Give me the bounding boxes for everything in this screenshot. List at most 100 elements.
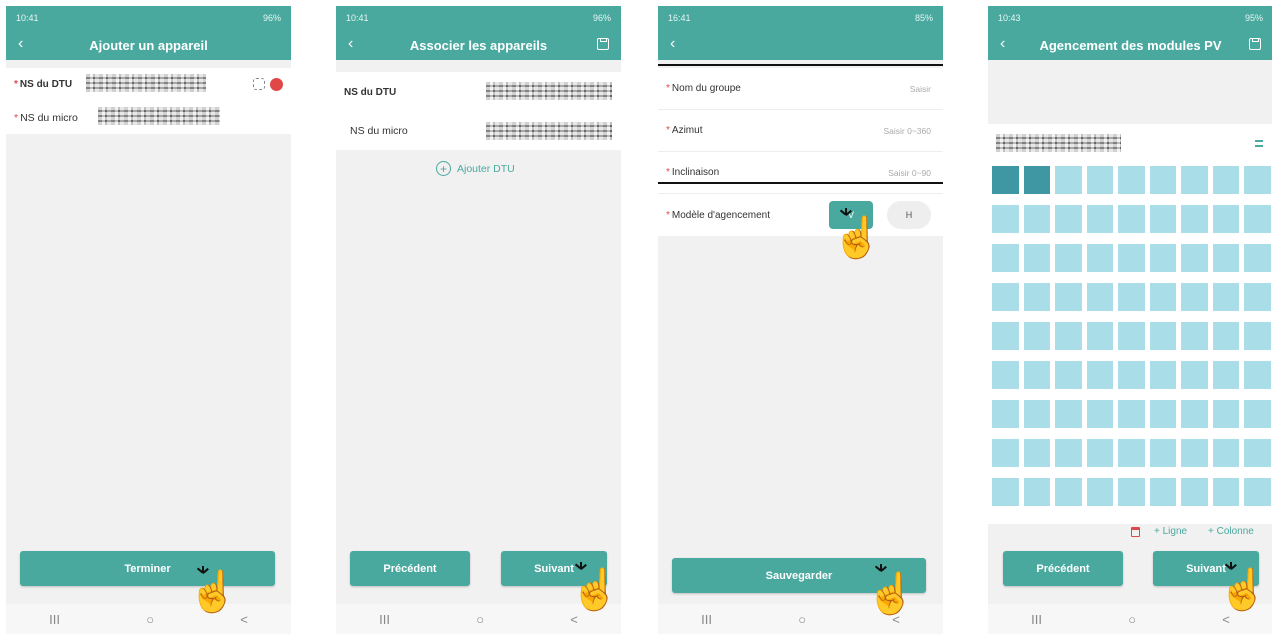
add-dtu-link[interactable]: + Ajouter DTU [436,161,515,176]
pv-module-cell[interactable] [1181,322,1208,350]
pv-module-cell[interactable] [992,400,1019,428]
pv-module-cell[interactable] [1118,244,1145,272]
pv-module-cell[interactable] [1086,478,1114,506]
pv-module-cell[interactable] [1244,283,1271,311]
pv-module-cell[interactable] [992,322,1019,350]
dtu-serial-row[interactable]: * NS du DTU [6,68,291,101]
pv-module-cell[interactable] [1023,205,1051,233]
back-icon[interactable]: ‹ [1000,35,1005,53]
pv-module-cell[interactable] [1212,166,1240,194]
pv-module-cell[interactable] [1023,439,1051,467]
pv-module-cell[interactable] [1244,478,1271,506]
pv-module-cell[interactable] [1181,244,1208,272]
pv-module-cell[interactable] [1086,166,1114,194]
pv-module-cell[interactable] [1149,478,1177,506]
back-icon[interactable]: ‹ [670,35,675,53]
pv-module-cell[interactable] [1055,439,1082,467]
previous-button[interactable]: Précédent [1003,551,1123,586]
save-icon[interactable] [597,38,609,50]
pv-module-cell[interactable] [1149,166,1177,194]
pv-module-cell[interactable] [1023,244,1051,272]
pv-module-cell[interactable] [1118,166,1145,194]
pv-module-cell[interactable] [1181,361,1208,389]
pv-module-cell[interactable] [1244,400,1271,428]
pv-module-cell[interactable] [1181,283,1208,311]
micro-serial-row[interactable]: * NS du micro [6,101,291,134]
pv-module-cell[interactable] [1149,322,1177,350]
pv-module-cell[interactable] [992,166,1019,194]
delete-icon[interactable] [1131,527,1140,537]
home-button[interactable]: ○ [146,612,154,627]
pv-module-cell[interactable] [1181,166,1208,194]
pv-module-cell[interactable] [1212,322,1240,350]
pv-module-cell[interactable] [1118,205,1145,233]
pv-module-cell[interactable] [1086,400,1114,428]
pv-module-cell[interactable] [1149,244,1177,272]
pv-module-cell[interactable] [1055,244,1082,272]
pv-module-cell[interactable] [1212,478,1240,506]
pv-module-cell[interactable] [1055,400,1082,428]
pv-module-cell[interactable] [992,361,1019,389]
pv-module-cell[interactable] [1055,322,1082,350]
pv-module-cell[interactable] [1086,322,1114,350]
add-column-button[interactable]: + Colonne [1208,526,1254,537]
pv-module-cell[interactable] [1055,205,1082,233]
pv-module-cell[interactable] [1086,205,1114,233]
pv-module-cell[interactable] [992,283,1019,311]
layout-horizontal-button[interactable]: H [887,201,931,229]
scan-icon[interactable] [253,78,265,90]
recents-button[interactable]: III [379,612,390,627]
list-icon[interactable] [1255,140,1263,147]
pv-module-cell[interactable] [1149,400,1177,428]
back-icon[interactable]: ‹ [18,35,23,53]
pv-module-cell[interactable] [1149,361,1177,389]
pv-module-cell[interactable] [1244,361,1271,389]
home-button[interactable]: ○ [476,612,484,627]
pv-module-cell[interactable] [1149,439,1177,467]
pv-module-cell[interactable] [1118,283,1145,311]
pv-module-cell[interactable] [1023,322,1051,350]
pv-module-cell[interactable] [1181,205,1208,233]
pv-module-cell[interactable] [1244,205,1271,233]
pv-module-cell[interactable] [1118,478,1145,506]
pv-module-cell[interactable] [1086,361,1114,389]
pv-module-cell[interactable] [1086,283,1114,311]
pv-module-cell[interactable] [1023,400,1051,428]
pv-module-cell[interactable] [992,205,1019,233]
home-button[interactable]: ○ [1128,612,1136,627]
recents-button[interactable]: III [49,612,60,627]
pv-module-cell[interactable] [1055,478,1082,506]
pv-module-cell[interactable] [992,478,1019,506]
pv-module-cell[interactable] [1118,361,1145,389]
pv-module-cell[interactable] [992,439,1019,467]
pv-module-cell[interactable] [1181,400,1208,428]
add-row-button[interactable]: + Ligne [1154,526,1187,537]
pv-module-cell[interactable] [1181,478,1208,506]
pv-module-cell[interactable] [1149,283,1177,311]
pv-module-cell[interactable] [1055,166,1082,194]
pv-module-cell[interactable] [992,244,1019,272]
pv-module-cell[interactable] [1055,283,1082,311]
pv-module-cell[interactable] [1181,439,1208,467]
pv-module-cell[interactable] [1055,361,1082,389]
pv-module-cell[interactable] [1244,244,1271,272]
pv-module-cell[interactable] [1212,283,1240,311]
pv-module-cell[interactable] [1212,205,1240,233]
recents-button[interactable]: III [701,612,712,627]
pv-module-cell[interactable] [1149,205,1177,233]
pv-module-cell[interactable] [1023,166,1051,194]
recents-button[interactable]: III [1031,612,1042,627]
pv-module-cell[interactable] [1212,400,1240,428]
back-button[interactable]: < [570,612,578,627]
pv-module-cell[interactable] [1086,439,1114,467]
save-icon[interactable] [1249,38,1261,50]
pv-module-cell[interactable] [1118,322,1145,350]
pv-module-cell[interactable] [1086,244,1114,272]
pv-module-cell[interactable] [1212,439,1240,467]
pv-module-cell[interactable] [1244,439,1271,467]
pv-module-cell[interactable] [1212,361,1240,389]
pv-module-cell[interactable] [1244,166,1271,194]
remove-icon[interactable] [270,78,283,91]
back-icon[interactable]: ‹ [348,35,353,53]
pv-module-cell[interactable] [1118,400,1145,428]
